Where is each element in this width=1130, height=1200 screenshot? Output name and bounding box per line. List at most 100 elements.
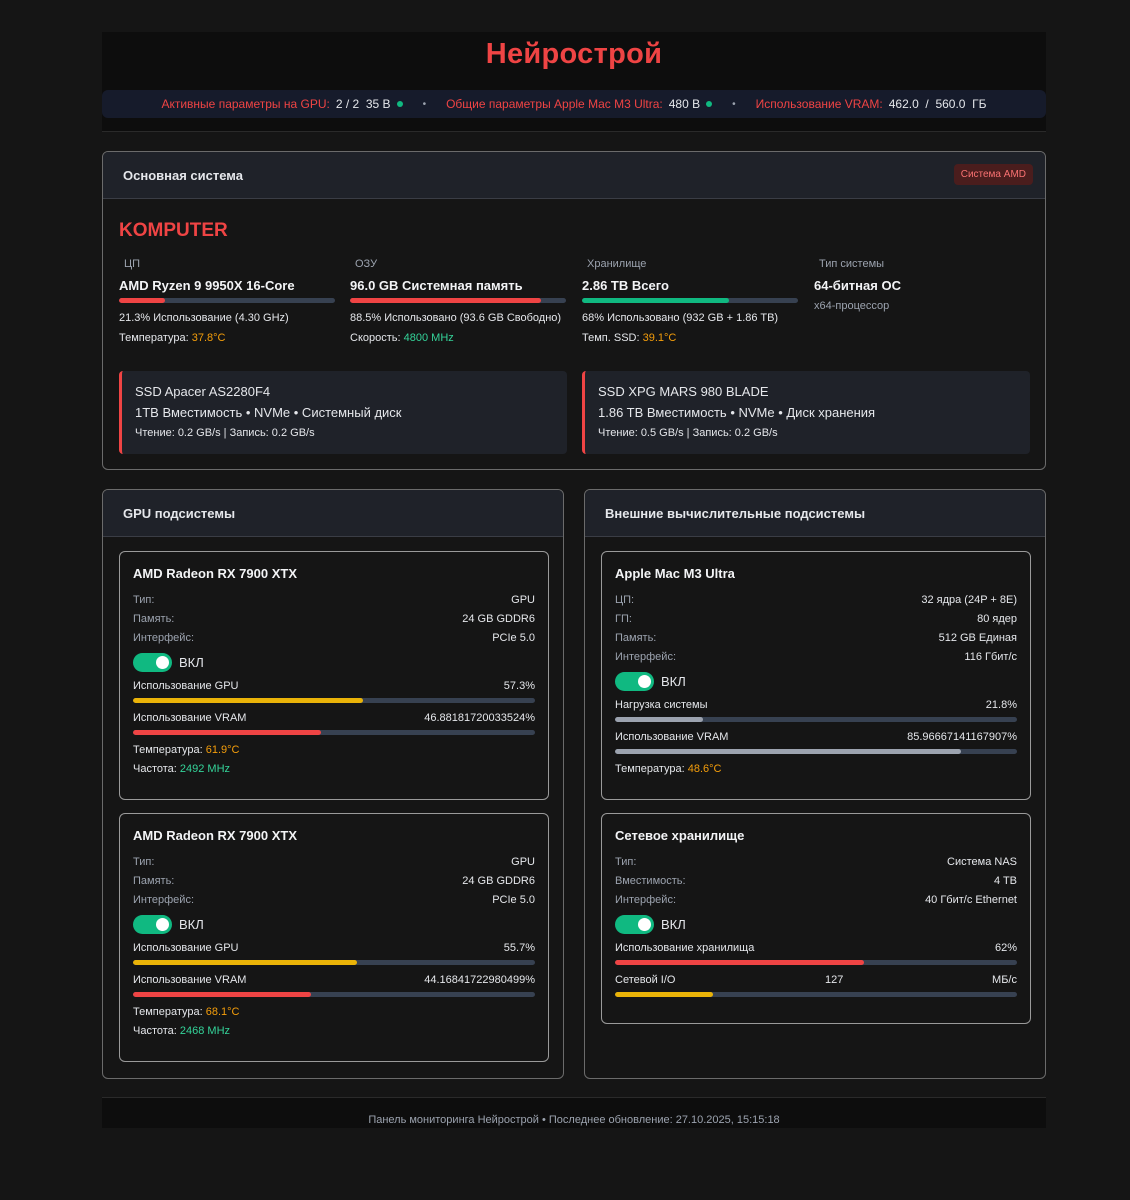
spec-row: ЦП: 32 ядра (24P + 8E) [615,594,1017,606]
spec-row: Вместимость: 4 TB [615,875,1017,887]
vram-usage-label: Использование VRAM [615,731,729,743]
freq-value: 2468 MHz [179,1025,231,1037]
metric-row: Использование GPU 57.3% [133,680,535,692]
storage-usage-fill [615,960,865,965]
toggle-knob [638,675,651,688]
metric-row: Сетевой I/O 127 МБ/с [615,974,1017,986]
app-title: Нейрострой [485,38,663,70]
gpu-card: AMD Radeon RX 7900 XTX Тип: GPU Память: 24… [119,551,549,800]
storage-usage-fill [582,298,729,303]
spec-row: Тип: Система NAS [615,856,1017,868]
panel-header: GPU подсистемы [103,490,563,537]
memory-label: Память: [133,613,175,625]
panel-title: GPU подсистемы [123,505,236,521]
ssd-temp: Темп. SSD: 39.1°C [582,332,798,344]
capacity-value: 4 TB [993,875,1017,887]
ssd-temp-value: 39.1°C [642,332,677,344]
metric-row: Использование хранилища 62% [615,942,1017,954]
freq-label: Частота: [133,763,177,775]
load-fill [615,717,703,722]
gpu-count: 2 / 2 [335,97,360,111]
disk-name: SSD Apacer AS2280F4 [135,384,271,399]
os-label: Тип системы [819,258,885,270]
gpu-title: AMD Radeon RX 7900 XTX [133,566,297,581]
gpu-usage-bar [133,698,535,703]
spec-row: Память: 24 GB GDDR6 [133,875,535,887]
temp-line: Температура: 48.6°C [615,763,1017,775]
disk-card: SSD XPG MARS 980 BLADE 1.86 TB Вместимос… [582,371,1030,454]
main-system-panel: Основная система Система AMD KOMPUTER ЦП… [102,151,1046,470]
toggle-knob [638,918,651,931]
os-name: 64-битная ОС [814,278,901,293]
header: Нейрострой Активные параметры на GPU: 2 … [102,32,1046,132]
status-bar: Активные параметры на GPU: 2 / 2 35 B • … [102,90,1046,118]
footer-text: Панель мониторинга Нейрострой • Последне… [368,1114,780,1126]
metric-row: Использование VRAM 85.96667141167907% [615,731,1017,743]
net-io-unit: МБ/с [992,974,1017,986]
panel-title: Внешние вычислительные подсистемы [605,505,866,521]
storage-usage-value: 62% [994,942,1017,954]
interface-label: Интерфейс: [615,894,676,906]
temp-line: Температура: 68.1°C [133,1006,535,1018]
vram-usage-value: 44.16841722980499% [424,974,535,986]
toggle-label: ВКЛ [661,917,686,932]
load-label: Нагрузка системы [615,699,708,711]
temp-value: 68.1°C [205,1006,240,1018]
memory-value: 24 GB GDDR6 [462,613,535,625]
power-toggle[interactable] [133,653,172,672]
spec-row: Интерфейс: 116 Гбит/с [615,651,1017,663]
mac-params-label: Общие параметры Apple Mac M3 Ultra: [446,97,663,111]
memory-value: 512 GB Единая [938,632,1017,644]
toggle-label: ВКЛ [179,655,204,670]
freq-value: 2492 MHz [179,763,231,775]
interface-label: Интерфейс: [133,632,194,644]
interface-label: Интерфейс: [615,651,676,663]
ram-label: ОЗУ [355,258,378,270]
computer-name: KOMPUTER [119,220,228,241]
power-toggle[interactable] [615,915,654,934]
vram-usage-bar [133,992,535,997]
cpu-usage-fill [119,298,165,303]
vram-usage-fill [133,992,311,997]
vram-usage-value: 85.96667141167907% [907,731,1017,743]
vram-usage-bar [133,730,535,735]
os-sub: x64-процессор [814,300,890,312]
power-toggle-row: ВКЛ [615,672,1017,691]
disk-name: SSD XPG MARS 980 BLADE [598,384,769,399]
toggle-knob [156,918,169,931]
power-toggle[interactable] [615,672,654,691]
gpu-usage-label: Использование GPU [133,942,239,954]
freq-line: Частота: 2468 MHz [133,1025,535,1037]
memory-value: 24 GB GDDR6 [462,875,535,887]
temp-line: Температура: 61.9°C [133,744,535,756]
status-dot-icon [706,101,713,107]
spec-row: Интерфейс: PCIe 5.0 [133,894,535,906]
type-value: GPU [511,594,535,606]
gpu-card: AMD Radeon RX 7900 XTX Тип: GPU Память: 24… [119,813,549,1062]
spec-row: Память: 512 GB Единая [615,632,1017,644]
power-toggle[interactable] [133,915,172,934]
ram-usage-text: 88.5% Использовано (93.6 GB Свободно) [350,312,562,324]
interface-value: PCIe 5.0 [492,894,535,906]
interface-value: PCIe 5.0 [492,632,535,644]
vram-used: 462.0 [888,97,919,111]
gpu-usage-value: 57.3% [503,680,535,692]
cpu-value: 32 ядра (24P + 8E) [921,594,1017,606]
separator-dot: • [422,98,427,110]
gpu-usage-bar [133,960,535,965]
status-dot-icon [396,101,403,107]
disk-io: Чтение: 0.2 GB/s | Запись: 0.2 GB/s [135,427,315,439]
system-badge: Система AMD [953,164,1033,185]
nas-title: Сетевое хранилище [615,828,745,843]
gpu-title: AMD Radeon RX 7900 XTX [133,828,297,843]
type-value: GPU [511,856,535,868]
disk-card: SSD Apacer AS2280F4 1TB Вместимость • NV… [119,371,567,454]
cpu-label: ЦП [124,258,141,270]
panel-header: Основная система Система AMD [103,152,1045,199]
cpu-spec: ЦП AMD Ryzen 9 9950X 16-Core 21.3% Испол… [119,258,335,352]
load-bar [615,717,1017,722]
vram-usage-label: Использование VRAM: [755,97,883,111]
gpu-panel: GPU подсистемы AMD Radeon RX 7900 XTX Ти… [102,489,564,1079]
storage-usage-label: Использование хранилища [615,942,755,954]
interface-value: 116 Гбит/с [964,651,1017,663]
